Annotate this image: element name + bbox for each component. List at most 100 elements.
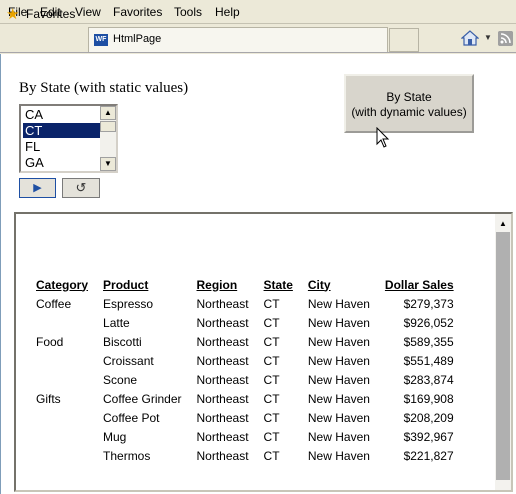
cell-region: Northeast	[196, 391, 249, 406]
cell-product: Thermos	[103, 448, 151, 463]
cell-dollar-sales: $221,827	[403, 448, 454, 463]
cell-state: CT	[263, 391, 280, 406]
cell-region: Northeast	[196, 296, 249, 311]
table-row: Latte Northeast CT New Haven $926,052	[36, 313, 454, 332]
cell-product: Coffee Grinder	[103, 391, 182, 406]
feeds-icon[interactable]	[498, 31, 513, 46]
cell-state: CT	[263, 296, 280, 311]
cell-category: Gifts	[36, 391, 61, 406]
cell-region: Northeast	[196, 334, 249, 349]
cell-region: Northeast	[196, 448, 249, 463]
new-tab-button[interactable]	[389, 28, 419, 52]
tab-label: HtmlPage	[113, 33, 162, 45]
scroll-thumb[interactable]	[496, 232, 510, 480]
menu-tools[interactable]: Tools	[174, 5, 202, 19]
scroll-thumb[interactable]	[100, 121, 116, 132]
cell-category	[36, 446, 103, 465]
cell-product: Scone	[103, 372, 138, 387]
home-dropdown-icon[interactable]: ▼	[484, 33, 492, 42]
cell-city: New Haven	[307, 448, 370, 463]
state-option[interactable]: FL	[23, 139, 102, 154]
header-city: City	[307, 277, 331, 292]
cell-category	[36, 351, 103, 370]
cell-dollar-sales: $392,967	[403, 429, 454, 444]
report-table: Category Product Region State City Dolla…	[36, 277, 454, 465]
cell-city: New Haven	[307, 334, 370, 349]
cell-state: CT	[263, 448, 280, 463]
cell-state: CT	[263, 410, 280, 425]
cell-dollar-sales: $169,908	[403, 391, 454, 406]
table-row: Food Biscotti Northeast CT New Haven $589,355	[36, 332, 454, 351]
menu-view[interactable]: View	[75, 5, 101, 19]
table-row: Scone Northeast CT New Haven $283,874	[36, 370, 454, 389]
state-option-selected[interactable]: CT	[23, 123, 102, 138]
cell-city: New Haven	[307, 315, 370, 330]
home-icon[interactable]	[461, 29, 479, 47]
scroll-up-icon[interactable]: ▲	[495, 216, 511, 232]
cell-city: New Haven	[307, 372, 370, 387]
cell-state: CT	[263, 429, 280, 444]
table-row: Coffee Pot Northeast CT New Haven $208,209	[36, 408, 454, 427]
state-option[interactable]: GA	[23, 155, 102, 170]
menu-favorites[interactable]: Favorites	[113, 5, 162, 19]
cell-city: New Haven	[307, 429, 370, 444]
cell-state: CT	[263, 315, 280, 330]
cell-region: Northeast	[196, 410, 249, 425]
cell-category	[36, 370, 103, 389]
cell-state: CT	[263, 372, 280, 387]
table-row: Thermos Northeast CT New Haven $221,827	[36, 446, 454, 465]
table-row: Coffee Espresso Northeast CT New Haven $279,3…	[36, 294, 454, 313]
dynamic-button-line1: By State	[386, 90, 432, 104]
cell-dollar-sales: $279,373	[403, 296, 454, 311]
tab-htmlpage[interactable]: WF HtmlPage	[88, 27, 388, 52]
cell-dollar-sales: $208,209	[403, 410, 454, 425]
scroll-down-icon[interactable]: ▼	[100, 157, 116, 171]
by-state-dynamic-button[interactable]: By State (with dynamic values)	[344, 74, 474, 133]
cell-region: Northeast	[196, 429, 249, 444]
static-section-title: By State (with static values)	[19, 80, 189, 96]
favorites-button[interactable]: Favorites	[26, 7, 75, 21]
cell-dollar-sales: $283,874	[403, 372, 454, 387]
table-row: Gifts Coffee Grinder Northeast CT New Haven $…	[36, 389, 454, 408]
cell-product: Coffee Pot	[103, 410, 160, 425]
listbox-scrollbar[interactable]: ▲ ▼	[100, 106, 116, 171]
cell-dollar-sales: $589,355	[403, 334, 454, 349]
menu-help[interactable]: Help	[215, 5, 240, 19]
report-frame: ▲ Category Product Region State City Dol…	[14, 212, 513, 492]
scroll-up-icon[interactable]: ▲	[100, 106, 116, 120]
reset-button[interactable]: ↺	[62, 178, 100, 198]
cell-state: CT	[263, 353, 280, 368]
menu-bar: File Edit View Favorites Tools Help	[0, 0, 516, 24]
cell-city: New Haven	[307, 353, 370, 368]
state-option[interactable]: CA	[23, 107, 102, 122]
cell-product: Latte	[103, 315, 130, 330]
cell-region: Northeast	[196, 353, 249, 368]
reset-icon: ↺	[75, 180, 87, 195]
cell-region: Northeast	[196, 372, 249, 387]
report-header-row: Category Product Region State City Dolla…	[36, 277, 454, 294]
header-product: Product	[103, 277, 149, 292]
cell-category	[36, 427, 103, 446]
cell-product: Croissant	[103, 353, 154, 368]
state-listbox[interactable]: CA CT FL GA ▲ ▼	[19, 104, 118, 173]
webfocus-page-icon: WF	[94, 34, 108, 46]
cell-region: Northeast	[196, 315, 249, 330]
cell-state: CT	[263, 334, 280, 349]
cell-category	[36, 313, 103, 332]
cell-category: Food	[36, 334, 64, 349]
cell-dollar-sales: $926,052	[403, 315, 454, 330]
cell-city: New Haven	[307, 410, 370, 425]
cell-category: Coffee	[36, 296, 72, 311]
report-scrollbar[interactable]: ▲	[495, 214, 511, 490]
run-button[interactable]: ▶	[19, 178, 56, 198]
cell-dollar-sales: $551,489	[403, 353, 454, 368]
header-region: Region	[196, 277, 238, 292]
header-category: Category	[36, 277, 89, 292]
cell-city: New Haven	[307, 391, 370, 406]
favorites-star-icon[interactable]: ★	[6, 7, 21, 22]
mouse-cursor-icon	[376, 127, 390, 148]
play-icon: ▶	[33, 182, 42, 194]
cell-product: Espresso	[103, 296, 154, 311]
cell-product: Mug	[103, 429, 127, 444]
header-state: State	[263, 277, 293, 292]
